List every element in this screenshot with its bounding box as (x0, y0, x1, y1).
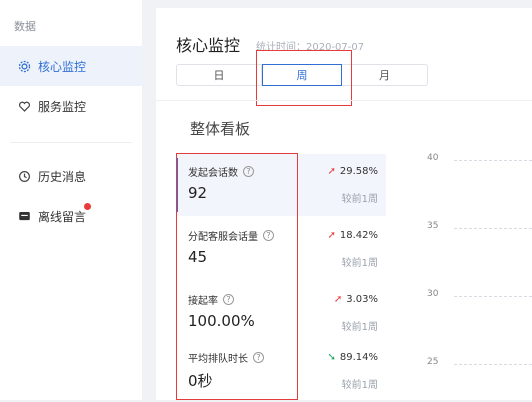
sidebar-item-offline-message[interactable]: 离线留言 (0, 196, 142, 236)
y-tick-label: 35 (427, 221, 439, 231)
kpi-change: ➘ 89.14% (327, 352, 378, 363)
page-title: 核心监控 (176, 36, 241, 55)
gridline (454, 296, 532, 297)
sidebar-item-label: 离线留言 (38, 209, 87, 224)
kpi-change: ➚ 3.03% (333, 294, 378, 305)
y-tick-label: 40 (427, 153, 439, 163)
sidebar-item-label: 历史消息 (38, 169, 87, 184)
gear-icon (16, 58, 32, 74)
sidebar: 数据 核心监控 服务监控 历史消息 离线留言 (0, 0, 142, 400)
sidebar-item-label: 核心监控 (38, 59, 87, 74)
y-tick-label: 25 (427, 357, 439, 367)
heart-icon (16, 98, 32, 114)
arrow-up-icon: ➚ (327, 230, 336, 241)
kpi-highlight-box (176, 153, 298, 400)
message-icon (16, 208, 32, 224)
gridline (454, 160, 532, 161)
arrow-up-icon: ➚ (327, 166, 336, 177)
sidebar-item-service-monitor[interactable]: 服务监控 (0, 86, 142, 126)
y-tick-label: 30 (427, 289, 439, 299)
sidebar-item-history[interactable]: 历史消息 (0, 156, 142, 196)
board-title: 整体看板 (190, 120, 251, 138)
main-panel: 核心监控 统计时间：2020-07-07 日 周 月 整体看板 发起会话数? 9… (156, 8, 532, 400)
content-gutter (142, 0, 156, 400)
gridline (454, 228, 532, 229)
clock-icon (16, 168, 32, 184)
tab-day[interactable]: 日 (176, 64, 262, 86)
kpi-change: ➚ 18.42% (327, 230, 378, 241)
kpi-compare: 较前1周 (341, 380, 378, 391)
kpi-change: ➚ 29.58% (327, 166, 378, 177)
arrow-up-icon: ➚ (333, 294, 343, 305)
header-divider (156, 100, 532, 101)
sidebar-item-core-monitor[interactable]: 核心监控 (0, 46, 142, 86)
arrow-down-icon: ➘ (327, 352, 336, 363)
tab-highlight-box (256, 50, 352, 106)
gridline (454, 364, 532, 365)
sidebar-item-label: 服务监控 (38, 99, 87, 114)
sidebar-section-title: 数据 (14, 20, 36, 33)
tab-month[interactable]: 月 (342, 64, 428, 86)
kpi-compare: 较前1周 (341, 258, 378, 269)
notification-badge (84, 203, 91, 210)
sidebar-divider (10, 142, 132, 143)
kpi-compare: 较前1周 (341, 194, 378, 205)
kpi-compare: 较前1周 (341, 322, 378, 333)
